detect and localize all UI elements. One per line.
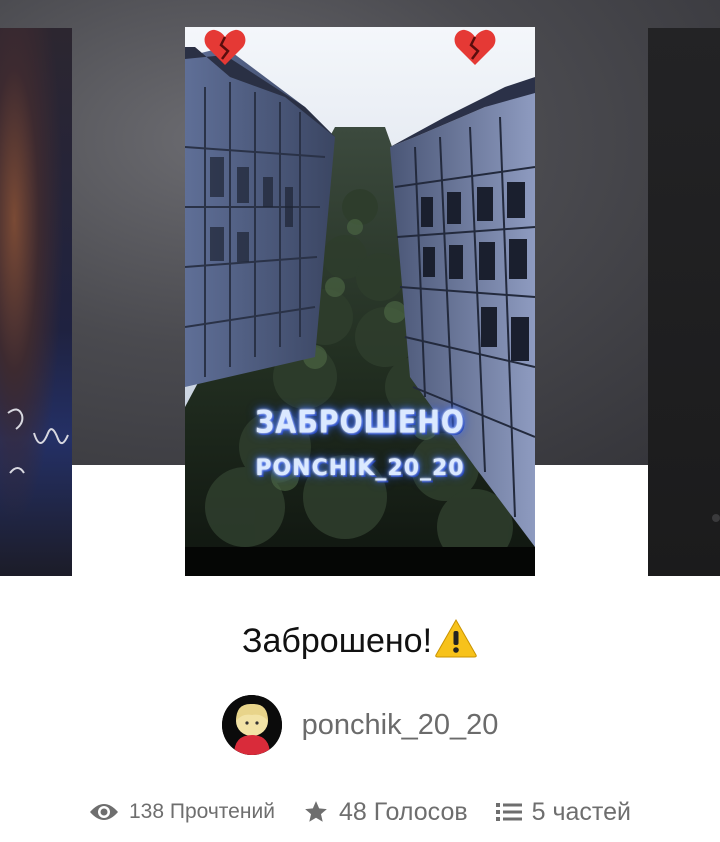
reads-stat: 138 Прочтений: [89, 800, 275, 824]
story-title: Заброшено!: [0, 618, 720, 663]
star-icon: [305, 801, 327, 822]
story-cover[interactable]: ЗАБРОШЕНО PONCHIK_20_20: [185, 27, 535, 576]
eye-icon: [90, 804, 118, 820]
story-stats: 138 Прочтений 48 Голосов 5 частей: [0, 792, 720, 832]
reads-count: 138 Прочтений: [129, 800, 275, 823]
warning-icon: [435, 618, 477, 658]
cover-artwork: [185, 27, 535, 576]
cover-script-decoration: [7, 408, 69, 474]
list-icon: [495, 803, 522, 821]
previous-story-cover[interactable]: [0, 28, 72, 576]
votes-stat: 48 Голосов: [303, 798, 468, 827]
next-story-cover[interactable]: [648, 28, 720, 576]
avatar-image: [221, 695, 282, 755]
broken-heart-icon: [454, 29, 496, 65]
story-title-text: Заброшено!: [241, 622, 433, 660]
author-row[interactable]: ponchik_20_20: [0, 693, 720, 757]
parts-stat: 5 частей: [495, 797, 631, 827]
cover-title-text: ЗАБРОШЕНО: [255, 404, 465, 441]
broken-heart-icon: [204, 29, 246, 65]
cover-detail: [712, 514, 720, 522]
author-name-link[interactable]: ponchik_20_20: [302, 709, 499, 742]
votes-count: 48 Голосов: [338, 797, 468, 826]
parts-count: 5 частей: [531, 797, 631, 826]
avatar[interactable]: [221, 695, 282, 755]
cover-author-text: PONCHIK_20_20: [255, 456, 465, 481]
